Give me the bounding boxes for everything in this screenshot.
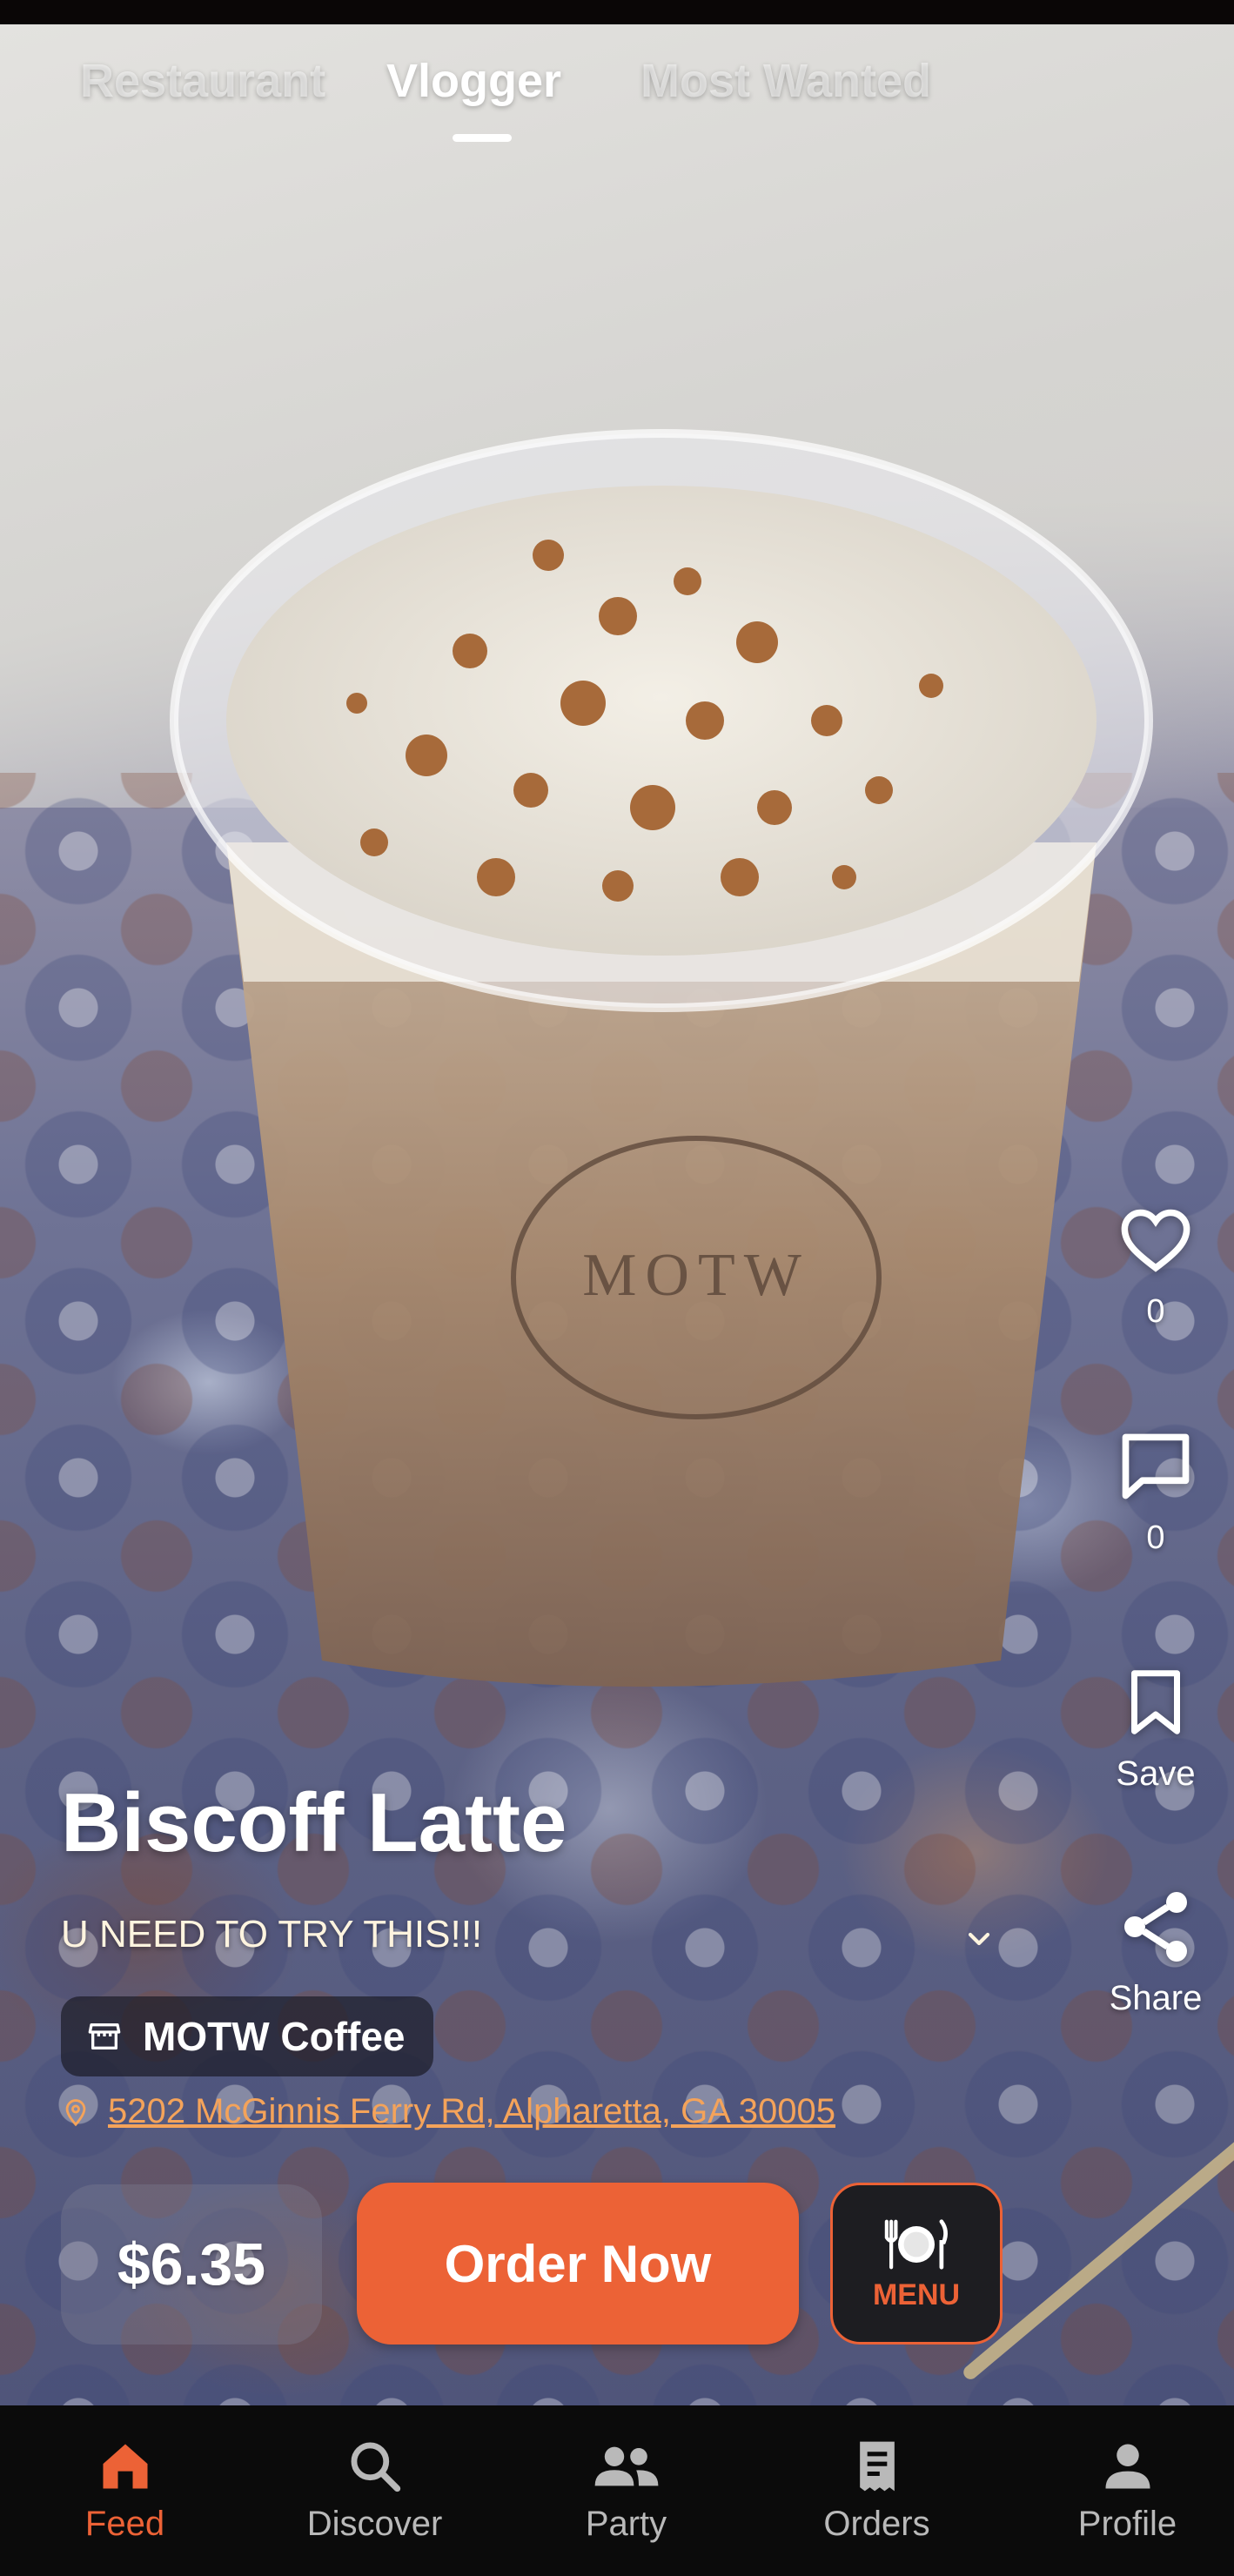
chevron-down-icon[interactable] [962, 1922, 996, 1956]
heart-icon [1121, 1209, 1190, 1272]
share-button[interactable]: Share [1077, 1885, 1234, 2018]
store-icon [88, 2023, 121, 2049]
shop-name: MOTW Coffee [143, 2014, 406, 2059]
cup-logo-text: MOTW [582, 1242, 810, 1309]
bottom-navigation: Feed Discover Party Orders Profile [0, 2405, 1234, 2576]
order-now-label: Order Now [444, 2234, 712, 2293]
nav-label-profile: Profile [1077, 2505, 1177, 2543]
comment-icon [1122, 1433, 1190, 1499]
person-icon [1105, 2444, 1150, 2489]
order-now-button[interactable]: Order Now [357, 2183, 799, 2345]
plate-cutlery-icon [884, 2218, 948, 2270]
address-link[interactable]: 5202 McGinnis Ferry Rd, Alpharetta, GA 3… [61, 2092, 835, 2131]
location-pin-icon [65, 2098, 86, 2126]
save-label: Save [1116, 1754, 1196, 1793]
menu-label: MENU [872, 2277, 961, 2311]
like-button[interactable]: 0 [1077, 1201, 1234, 1331]
bookmark-icon [1131, 1670, 1180, 1734]
nav-item-profile[interactable]: Profile [1004, 2405, 1234, 2576]
save-button[interactable]: Save [1077, 1660, 1234, 1794]
nav-label-orders: Orders [823, 2505, 930, 2543]
share-label: Share [1109, 1979, 1203, 2017]
home-icon [103, 2444, 147, 2489]
search-icon [351, 2442, 400, 2492]
comment-button[interactable]: 0 [1077, 1426, 1234, 1557]
nav-label-discover: Discover [306, 2505, 443, 2543]
tab-vlogger[interactable]: Vlogger [386, 54, 561, 108]
shop-chip[interactable]: MOTW Coffee [61, 1996, 433, 2076]
like-count: 0 [1146, 1293, 1165, 1330]
menu-button[interactable]: MENU [830, 2183, 1003, 2345]
tab-most-wanted[interactable]: Most Wanted [640, 54, 931, 108]
nav-item-discover[interactable]: Discover [251, 2405, 498, 2576]
app-screen: MOTW Restaurant Vlogger Most Wanted 0 0 … [0, 0, 1234, 2576]
price-value: $6.35 [117, 2231, 266, 2298]
receipt-icon [859, 2441, 895, 2492]
comment-count: 0 [1146, 1519, 1165, 1556]
post-caption: U NEED TO TRY THIS!!! [61, 1913, 483, 1955]
price-pill: $6.35 [61, 2184, 322, 2345]
nav-item-party[interactable]: Party [503, 2405, 749, 2576]
nav-item-feed[interactable]: Feed [2, 2405, 248, 2576]
status-bar [0, 0, 1234, 24]
address-text: 5202 McGinnis Ferry Rd, Alpharetta, GA 3… [108, 2092, 835, 2130]
share-icon [1124, 1892, 1187, 1962]
active-tab-indicator [453, 134, 512, 142]
post-title: Biscoff Latte [61, 1776, 567, 1869]
latte-cup-illustration: MOTW [170, 429, 1153, 1687]
people-icon [594, 2446, 658, 2486]
tab-restaurant[interactable]: Restaurant [80, 54, 325, 108]
feed-tabs: Restaurant Vlogger Most Wanted [0, 54, 1234, 150]
nav-item-orders[interactable]: Orders [754, 2405, 1000, 2576]
nav-label-party: Party [585, 2505, 667, 2543]
nav-label-feed: Feed [84, 2505, 165, 2543]
